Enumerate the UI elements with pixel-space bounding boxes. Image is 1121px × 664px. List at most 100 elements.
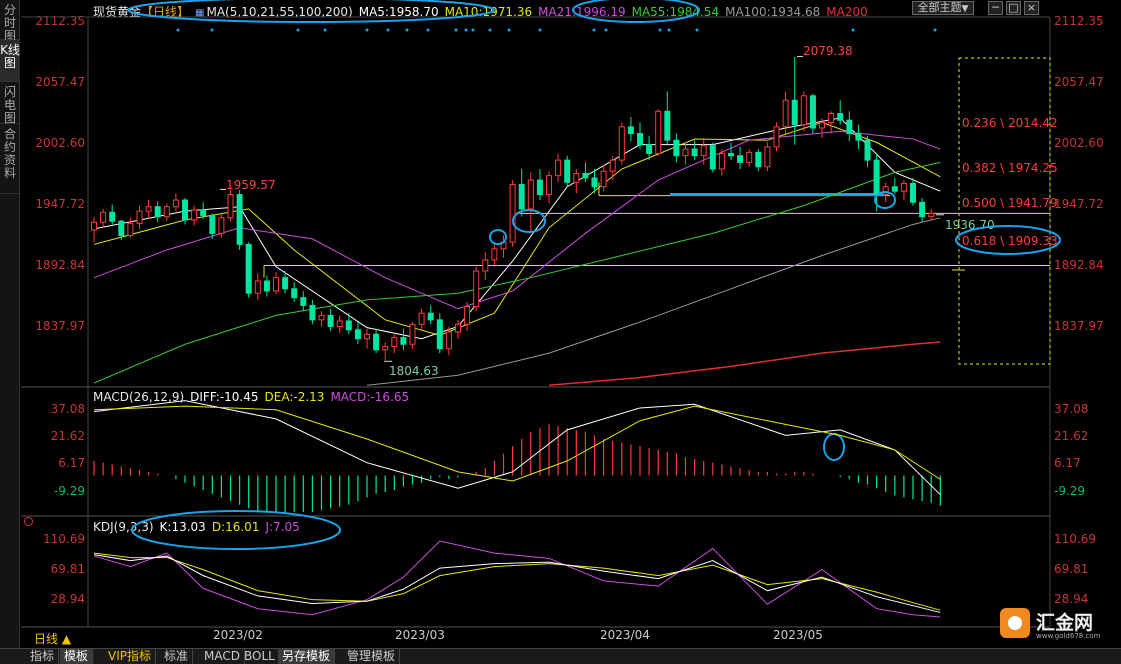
logo-name: 汇金网 [1036,612,1094,634]
candle-body [882,186,889,196]
candle-body [191,209,198,221]
candle-body [391,337,398,347]
event-dot [405,28,409,32]
candle-body [354,329,361,340]
candle-body [282,277,289,290]
tab-manage-templates[interactable]: 管理模板 [343,649,401,664]
candle-body [364,333,370,340]
annotation-circle [823,433,845,461]
candle-body [682,148,689,157]
candle-body [773,126,780,148]
bottom-toolbar: 指标 模板 VIP指标 标准 MACD BOLL 另存模板 管理模板 [0,648,1121,664]
candle-body [182,199,188,221]
tab-macd[interactable]: MACD [200,649,245,664]
tab-boll[interactable]: BOLL [240,649,280,664]
candle-body [627,126,634,135]
candle-body [700,145,707,157]
candle-body [209,215,216,234]
event-dot [538,28,542,32]
candle-body [200,209,207,217]
candle-body [473,270,480,308]
candle-body [218,217,225,234]
annotation-circle [955,225,1061,255]
candle-body [464,306,471,325]
candle-body [336,320,343,327]
event-dot [296,28,300,32]
tab-indicators[interactable]: 指标 [26,649,60,664]
candle-body [919,201,926,218]
event-dot [323,28,327,32]
event-dot [454,28,458,32]
candle-body [791,99,798,126]
event-dot [210,28,214,32]
kdj-d-line [93,552,941,611]
candle-body [127,222,134,237]
annotation-circle [572,0,700,23]
logo-url: www.gold678.com [1036,632,1101,640]
tab-vip-indicators[interactable]: VIP指标 [104,649,156,664]
candle-body [800,95,807,126]
candle-body [345,320,352,331]
fib-box [958,57,1051,365]
logo-icon [1000,608,1030,638]
candle-body [873,159,880,196]
event-dot [695,28,699,32]
event-dot [471,28,475,32]
candle-body [373,333,380,351]
candle-body [382,345,389,351]
candle-body [136,210,143,224]
annotation-circle [127,0,495,23]
candle-body [737,155,744,163]
ma-line-ma100 [366,217,941,386]
macd-dea-line [93,405,941,482]
candle-body [109,211,116,222]
candle-body [564,159,571,183]
candle-body [573,172,580,183]
candle-body [263,280,270,292]
candle-body [782,99,789,128]
candle-body [900,182,907,192]
event-dot [604,28,608,32]
candle-body [491,248,498,261]
candle-body [409,323,416,345]
candle-body [455,323,461,333]
candle-body [891,186,898,192]
candle-body [291,288,298,299]
candle-body [728,152,734,157]
candle-body [273,277,279,292]
tab-template[interactable]: 模板 [60,649,94,664]
candle-body [518,184,525,210]
candle-body [227,194,234,219]
candle-body [609,159,616,172]
candle-body [145,206,152,212]
logo: 汇金网 www.gold678.com [996,604,1116,644]
candle-body [755,151,762,168]
event-dot [426,28,430,32]
candle-body [637,133,643,146]
candle-body [664,110,671,141]
candle-body [837,113,844,121]
tab-save-template[interactable]: 另存模板 [278,649,336,664]
candle-body [809,95,816,129]
candle-body [546,175,552,196]
candle-body [236,194,243,245]
candle-body [527,179,534,210]
event-dot [488,28,492,32]
chart-canvas[interactable] [0,0,1121,648]
tab-standard[interactable]: 标准 [160,649,194,664]
event-dot [386,28,390,32]
candle-body [600,170,607,188]
candle-body [418,312,425,325]
candle-body [764,146,771,168]
candle-body [245,243,252,294]
candle-body [254,280,261,294]
candle-body [819,121,825,129]
candle-body [718,152,725,170]
candle-body [746,151,753,163]
candle-body [864,139,871,161]
event-dot [464,28,468,32]
candle-body [400,337,407,345]
event-dot [851,28,855,32]
candle-body [646,144,653,154]
kdj-k-line [93,554,941,613]
